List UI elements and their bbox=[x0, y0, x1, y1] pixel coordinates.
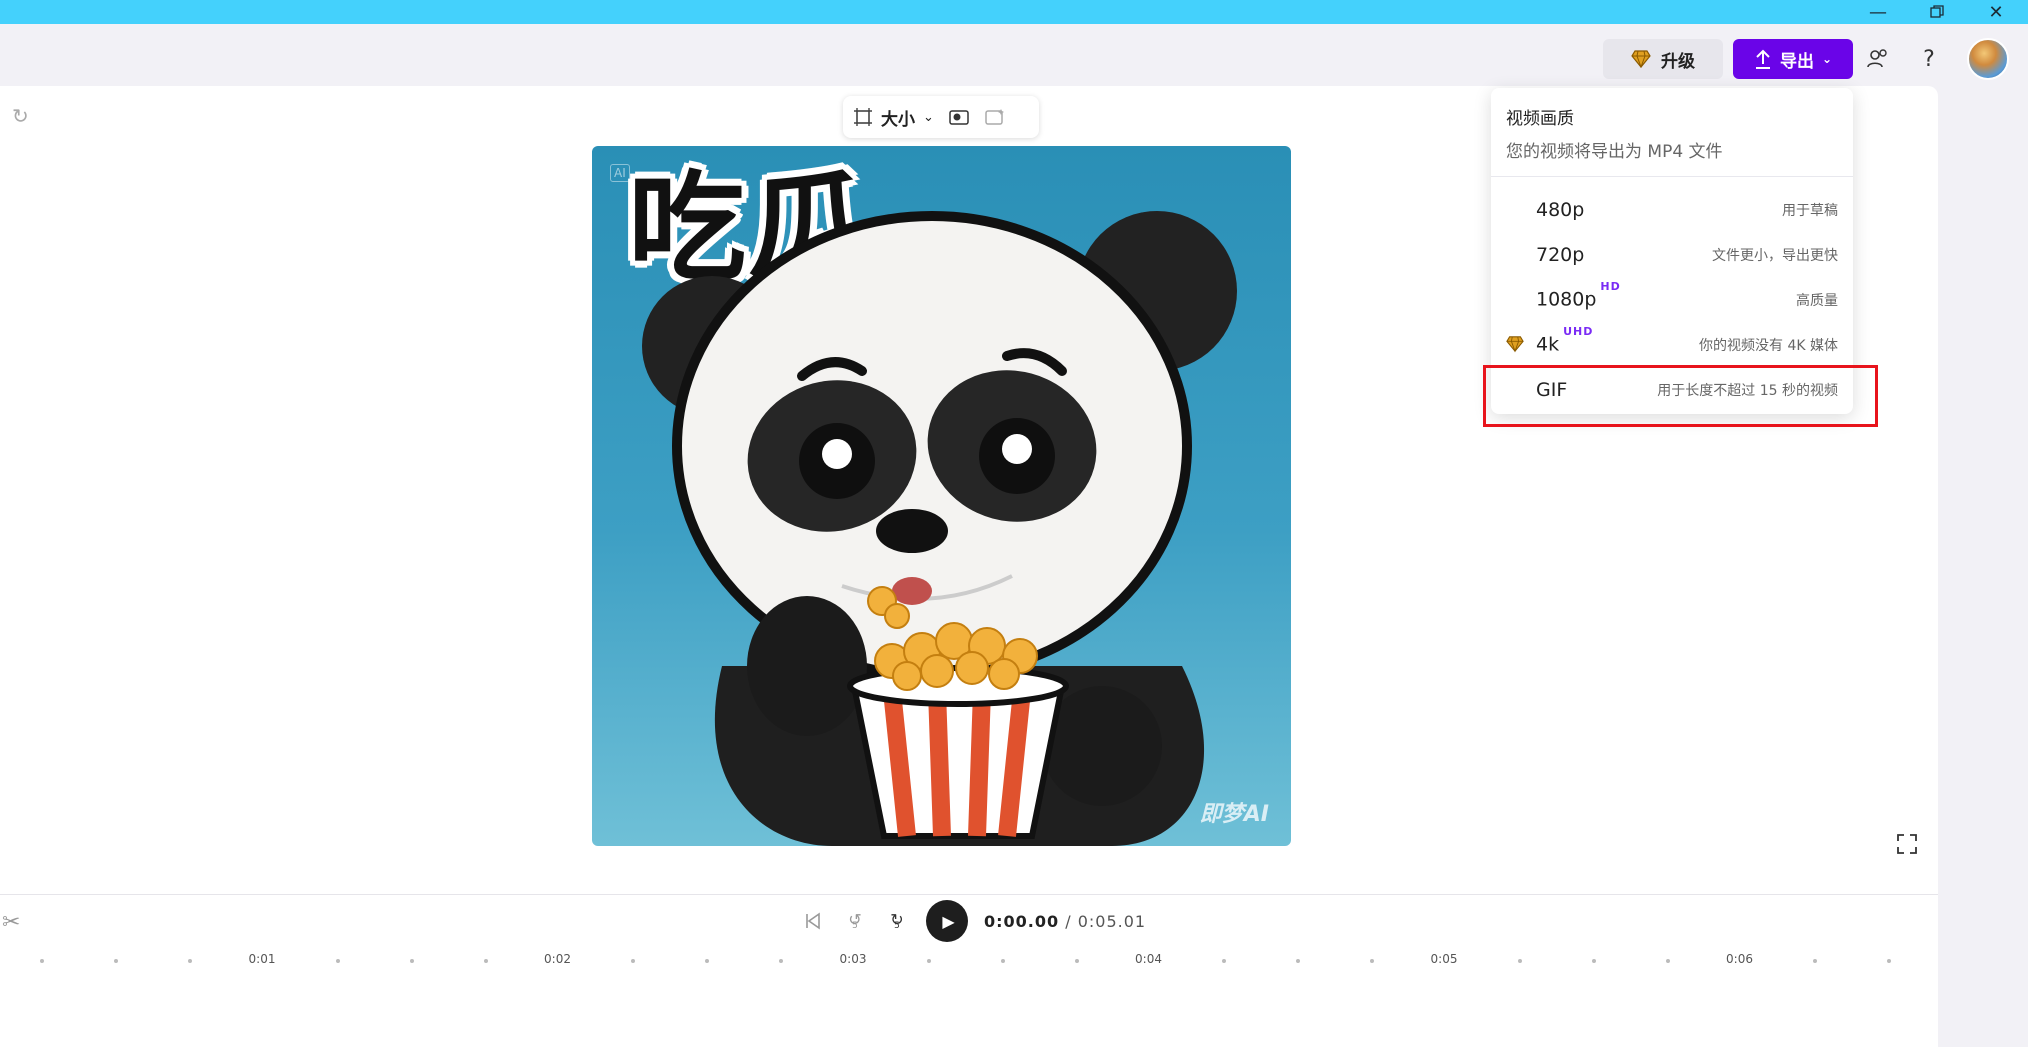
timeline-tick-label: 0:04 bbox=[1135, 952, 1162, 966]
chevron-down-icon: ⌄ bbox=[1821, 52, 1833, 66]
timeline-tick-dot bbox=[188, 959, 193, 963]
menu-title: 视频画质 bbox=[1506, 109, 1574, 129]
help-icon[interactable]: ? bbox=[1911, 41, 1947, 77]
timeline-tick-dot bbox=[1370, 959, 1375, 963]
rewind-label: 5 bbox=[852, 920, 858, 931]
avatar[interactable] bbox=[1967, 38, 2009, 80]
canvas-image[interactable]: AI 吃瓜 即梦AI bbox=[592, 146, 1291, 846]
timeline-ruler[interactable]: 0:01 0:02 0:03 0:04 0:05 0:06 bbox=[0, 952, 1938, 972]
chevron-down-icon: ⌄ bbox=[923, 109, 934, 125]
timeline-tick-dot bbox=[40, 959, 45, 963]
timeline-tick-dot bbox=[1665, 959, 1670, 963]
diamond-icon bbox=[1506, 336, 1524, 353]
diamond-icon bbox=[1631, 50, 1651, 68]
canvas-toolbar: 大小 ⌄ bbox=[843, 96, 1039, 138]
timeline-tick-dot bbox=[1222, 959, 1227, 963]
player-controls: ↺ 5 ↻ 5 ▶ 0:00.00 / 0:05.01 bbox=[800, 900, 1146, 942]
option-480p[interactable]: 480p 用于草稿 bbox=[1491, 187, 1853, 232]
timeline-tick-dot bbox=[1887, 959, 1892, 963]
skip-to-start-icon[interactable] bbox=[800, 908, 826, 934]
time-display: 0:00.00 / 0:05.01 bbox=[984, 912, 1146, 931]
timeline-tick-dot bbox=[1296, 959, 1301, 963]
option-desc: 用于草稿 bbox=[1782, 202, 1838, 219]
resize-icon bbox=[854, 108, 872, 126]
uhd-badge: UHD bbox=[1563, 325, 1594, 339]
export-button[interactable]: 导出 ⌄ bbox=[1733, 39, 1853, 79]
upgrade-button[interactable]: 升级 bbox=[1603, 39, 1723, 79]
timeline-tick-dot bbox=[1591, 959, 1596, 963]
upload-icon bbox=[1755, 49, 1770, 69]
timeline-tick-dot bbox=[926, 959, 931, 963]
option-1080p[interactable]: 1080pHD 高质量 bbox=[1491, 277, 1853, 322]
share-users-icon[interactable] bbox=[1860, 41, 1896, 77]
timeline-tick-dot bbox=[483, 959, 488, 963]
timeline-tick-dot bbox=[114, 959, 119, 963]
redo-icon[interactable]: ↻ bbox=[12, 104, 29, 128]
close-icon[interactable]: ✕ bbox=[1976, 0, 2016, 24]
option-label: 720p bbox=[1536, 243, 1585, 266]
timeline-tick-label: 0:03 bbox=[839, 952, 867, 966]
forward-5-icon[interactable]: ↻ 5 bbox=[884, 908, 910, 934]
background-remove-icon[interactable] bbox=[948, 106, 970, 128]
window-titlebar: — ✕ bbox=[0, 0, 2028, 24]
timeline-tick-label: 0:02 bbox=[544, 952, 571, 966]
watermark: 即梦AI bbox=[1199, 802, 1269, 827]
option-label: 4k bbox=[1536, 333, 1560, 356]
right-gutter bbox=[1938, 86, 2028, 1047]
timeline-tick-label: 0:05 bbox=[1430, 952, 1458, 966]
timeline-tick-dot bbox=[779, 959, 784, 963]
timeline-tick-dot bbox=[631, 959, 636, 963]
menu-header: 视频画质 您的视频将导出为 MP4 文件 bbox=[1491, 88, 1853, 177]
highlight-box bbox=[1483, 365, 1878, 427]
minimize-icon[interactable]: — bbox=[1858, 0, 1898, 24]
size-label: 大小 bbox=[881, 109, 915, 130]
option-label: 1080p bbox=[1536, 288, 1597, 311]
timeline-tick-label: 0:01 bbox=[248, 952, 276, 966]
menu-subtitle: 您的视频将导出为 MP4 文件 bbox=[1506, 142, 1723, 162]
top-bar: 升级 导出 ⌄ ? bbox=[0, 24, 2028, 86]
timeline-tick-dot bbox=[1813, 959, 1818, 963]
option-label-wrap: 1080pHD bbox=[1536, 280, 1621, 311]
forward-label: 5 bbox=[894, 920, 900, 931]
fullscreen-icon[interactable] bbox=[1897, 834, 1917, 859]
divider bbox=[0, 894, 1938, 895]
export-label: 导出 bbox=[1779, 51, 1814, 72]
play-button[interactable]: ▶ bbox=[926, 900, 968, 942]
timeline-tick-dot bbox=[409, 959, 414, 963]
option-720p[interactable]: 720p 文件更小，导出更快 bbox=[1491, 232, 1853, 277]
option-label: 480p bbox=[1536, 198, 1585, 221]
scissors-icon[interactable]: ✂ bbox=[2, 910, 20, 935]
option-desc: 高质量 bbox=[1796, 292, 1838, 309]
hd-badge: HD bbox=[1600, 280, 1621, 294]
timeline-tick-label: 0:06 bbox=[1726, 952, 1753, 966]
rewind-5-icon[interactable]: ↺ 5 bbox=[842, 908, 868, 934]
size-dropdown[interactable]: 大小 ⌄ bbox=[853, 105, 934, 130]
ai-magic-icon[interactable] bbox=[984, 106, 1006, 128]
timeline-tick-dot bbox=[1074, 959, 1079, 963]
total-time: / 0:05.01 bbox=[1065, 911, 1147, 931]
option-desc: 文件更小，导出更快 bbox=[1712, 247, 1838, 264]
timeline-tick-dot bbox=[335, 959, 340, 963]
option-4k[interactable]: 4kUHD 你的视频没有 4K 媒体 bbox=[1491, 322, 1853, 367]
option-desc: 你的视频没有 4K 媒体 bbox=[1699, 337, 1838, 354]
current-time: 0:00.00 bbox=[984, 911, 1060, 931]
timeline-tick-dot bbox=[1000, 959, 1005, 963]
upgrade-label: 升级 bbox=[1661, 51, 1695, 72]
timeline-tick-dot bbox=[705, 959, 710, 963]
panda-illustration bbox=[642, 211, 1237, 846]
option-label-wrap: 4kUHD bbox=[1536, 325, 1593, 356]
restore-icon[interactable] bbox=[1917, 0, 1957, 24]
timeline-tick-dot bbox=[1517, 959, 1522, 963]
